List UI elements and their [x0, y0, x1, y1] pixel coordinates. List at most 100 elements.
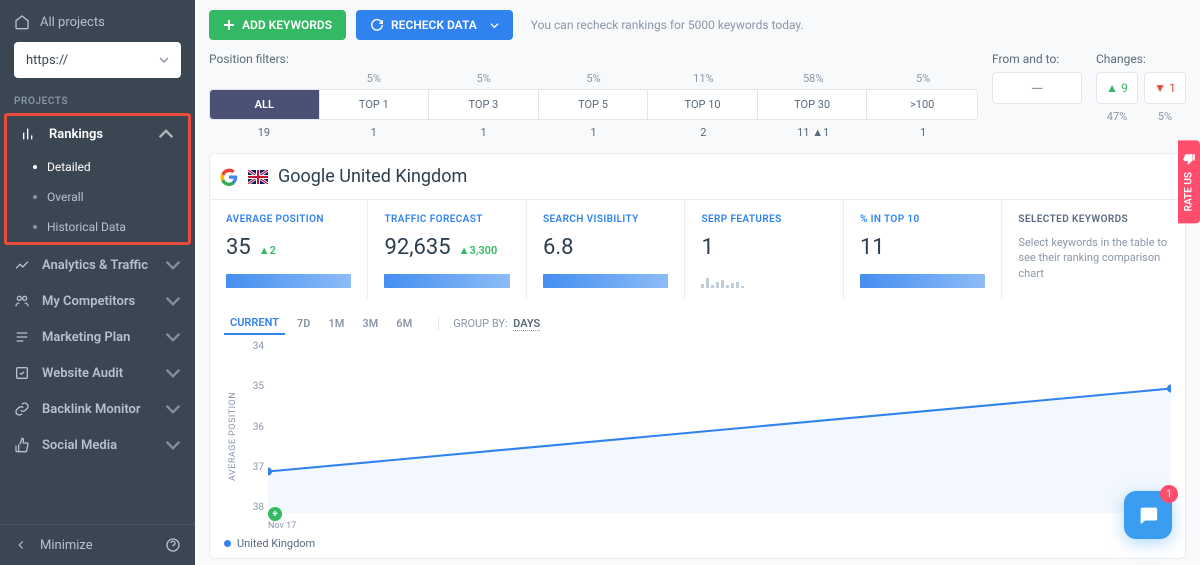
- filter-top3[interactable]: TOP 3: [429, 90, 539, 119]
- competitors-icon: [14, 293, 30, 309]
- filter-top5[interactable]: TOP 5: [539, 90, 649, 119]
- tab-current[interactable]: CURRENT: [224, 312, 285, 335]
- audit-icon: [14, 365, 30, 381]
- uk-flag-icon: [248, 170, 268, 184]
- list-icon: [14, 329, 30, 345]
- metric-avg-position-value: 35: [226, 235, 251, 260]
- nav-rankings-detailed[interactable]: Detailed: [7, 152, 188, 182]
- main-content: ADD KEYWORDS RECHECK DATA You can rechec…: [195, 0, 1200, 565]
- home-icon: [14, 14, 30, 30]
- metric-search-visibility: SEARCH VISIBILITY 6.8: [527, 200, 685, 298]
- changes-down-pct: 5%: [1144, 110, 1186, 123]
- fromto-input[interactable]: —: [992, 72, 1082, 104]
- nav-backlink[interactable]: Backlink Monitor: [0, 391, 195, 427]
- sidebar: All projects https:// PROJECTS Rankings …: [0, 0, 195, 565]
- search-engine-header: Google United Kingdom: [209, 153, 1186, 200]
- rankings-icon: [21, 126, 37, 142]
- nav-social[interactable]: Social Media: [0, 427, 195, 463]
- add-keywords-label: ADD KEYWORDS: [242, 18, 332, 32]
- nav-marketing[interactable]: Marketing Plan: [0, 319, 195, 355]
- chart-legend: United Kingdom: [224, 531, 1171, 550]
- chevron-down-icon: [165, 365, 181, 381]
- chevron-up-icon: [158, 126, 174, 142]
- chevron-down-icon: [165, 437, 181, 453]
- arrow-up-icon: ▲: [1106, 81, 1118, 95]
- link-icon: [14, 401, 30, 417]
- nav-audit-label: Website Audit: [42, 366, 123, 381]
- from-to-filter: From and to: —: [992, 52, 1082, 104]
- all-projects-link[interactable]: All projects: [14, 10, 181, 42]
- chart-plot: +: [268, 347, 1171, 513]
- tab-6m[interactable]: 6M: [390, 313, 418, 334]
- sparkline: [226, 274, 351, 288]
- thumbs-up-icon: [14, 437, 30, 453]
- recheck-label: RECHECK DATA: [391, 18, 477, 32]
- metric-avg-position: AVERAGE POSITION 35▲2: [210, 200, 368, 298]
- project-selector[interactable]: https://: [14, 42, 181, 78]
- position-filters-percents: 5% 5% 5% 11% 58% 5%: [209, 72, 978, 89]
- nav-rankings[interactable]: Rankings: [7, 116, 188, 152]
- chevron-down-icon: [490, 21, 499, 30]
- legend-series-label: United Kingdom: [237, 537, 315, 550]
- plus-icon: [223, 19, 235, 31]
- filter-over100[interactable]: >100: [867, 90, 977, 119]
- tab-7d[interactable]: 7D: [291, 313, 316, 334]
- nav-backlink-label: Backlink Monitor: [42, 402, 141, 417]
- bullet-icon: [33, 195, 37, 199]
- chart-y-ticks: 34 35 36 37 38: [242, 341, 264, 513]
- nav-analytics-label: Analytics & Traffic: [42, 258, 148, 273]
- nav-audit[interactable]: Website Audit: [0, 355, 195, 391]
- group-by: GROUP BY: DAYS: [438, 317, 540, 330]
- add-keywords-button[interactable]: ADD KEYWORDS: [209, 10, 346, 40]
- nav-rankings-overall[interactable]: Overall: [7, 182, 188, 212]
- chevron-down-icon: [165, 329, 181, 345]
- group-by-value[interactable]: DAYS: [513, 317, 540, 331]
- nav-social-label: Social Media: [42, 438, 117, 453]
- google-icon: [220, 168, 238, 186]
- rate-us-tab[interactable]: RATE US: [1178, 140, 1200, 223]
- nav-rankings-detailed-label: Detailed: [47, 160, 91, 174]
- recheck-button[interactable]: RECHECK DATA: [356, 10, 513, 40]
- project-selector-value: https://: [26, 53, 68, 68]
- nav-marketing-label: Marketing Plan: [42, 330, 130, 345]
- filter-all[interactable]: ALL: [210, 90, 320, 119]
- chart-tabs: CURRENT 7D 1M 3M 6M GROUP BY: DAYS: [224, 312, 1171, 335]
- legend-swatch-icon: [224, 540, 231, 547]
- minimize-label: Minimize: [40, 538, 93, 553]
- nav-competitors-label: My Competitors: [42, 294, 135, 309]
- sparkline: [860, 274, 985, 288]
- top-toolbar: ADD KEYWORDS RECHECK DATA You can rechec…: [209, 10, 1186, 40]
- changes-down[interactable]: ▼1: [1144, 72, 1186, 104]
- help-icon[interactable]: [165, 537, 181, 553]
- search-engine-title: Google United Kingdom: [278, 166, 467, 187]
- nav-analytics[interactable]: Analytics & Traffic: [0, 247, 195, 283]
- arrow-down-icon: ▼: [1154, 81, 1166, 95]
- changes-up[interactable]: ▲9: [1096, 72, 1138, 104]
- minimize-button[interactable]: Minimize: [0, 524, 195, 565]
- metric-top10-value: 11: [860, 235, 885, 260]
- chat-icon: [1137, 504, 1159, 526]
- chart-x-ticks: Nov 17 Nov 18: [268, 521, 1171, 531]
- chevron-down-icon: [159, 55, 169, 65]
- refresh-icon: [370, 18, 384, 32]
- bullet-icon: [33, 165, 37, 169]
- chart-area: CURRENT 7D 1M 3M 6M GROUP BY: DAYS AVERA…: [209, 298, 1186, 559]
- plus-marker-icon[interactable]: +: [268, 507, 282, 521]
- metric-top10: % IN TOP 10 11: [844, 200, 1002, 298]
- nav-competitors[interactable]: My Competitors: [0, 283, 195, 319]
- nav-rankings-overall-label: Overall: [47, 190, 84, 204]
- nav-rankings-label: Rankings: [49, 127, 103, 142]
- chat-badge: 1: [1160, 485, 1178, 503]
- changes-label: Changes:: [1096, 52, 1186, 66]
- tab-3m[interactable]: 3M: [356, 313, 384, 334]
- position-filters-label: Position filters:: [209, 52, 978, 66]
- metrics-cards: AVERAGE POSITION 35▲2 TRAFFIC FORECAST 9…: [209, 200, 1186, 298]
- filter-top30[interactable]: TOP 30: [758, 90, 868, 119]
- recheck-hint: You can recheck rankings for 5000 keywor…: [531, 18, 804, 32]
- tab-1m[interactable]: 1M: [322, 313, 350, 334]
- chat-button[interactable]: 1: [1124, 491, 1172, 539]
- filter-top1[interactable]: TOP 1: [320, 90, 430, 119]
- metric-selected-help: Select keywords in the table to see thei…: [1018, 235, 1169, 281]
- filter-top10[interactable]: TOP 10: [648, 90, 758, 119]
- nav-rankings-historical[interactable]: Historical Data: [7, 212, 188, 242]
